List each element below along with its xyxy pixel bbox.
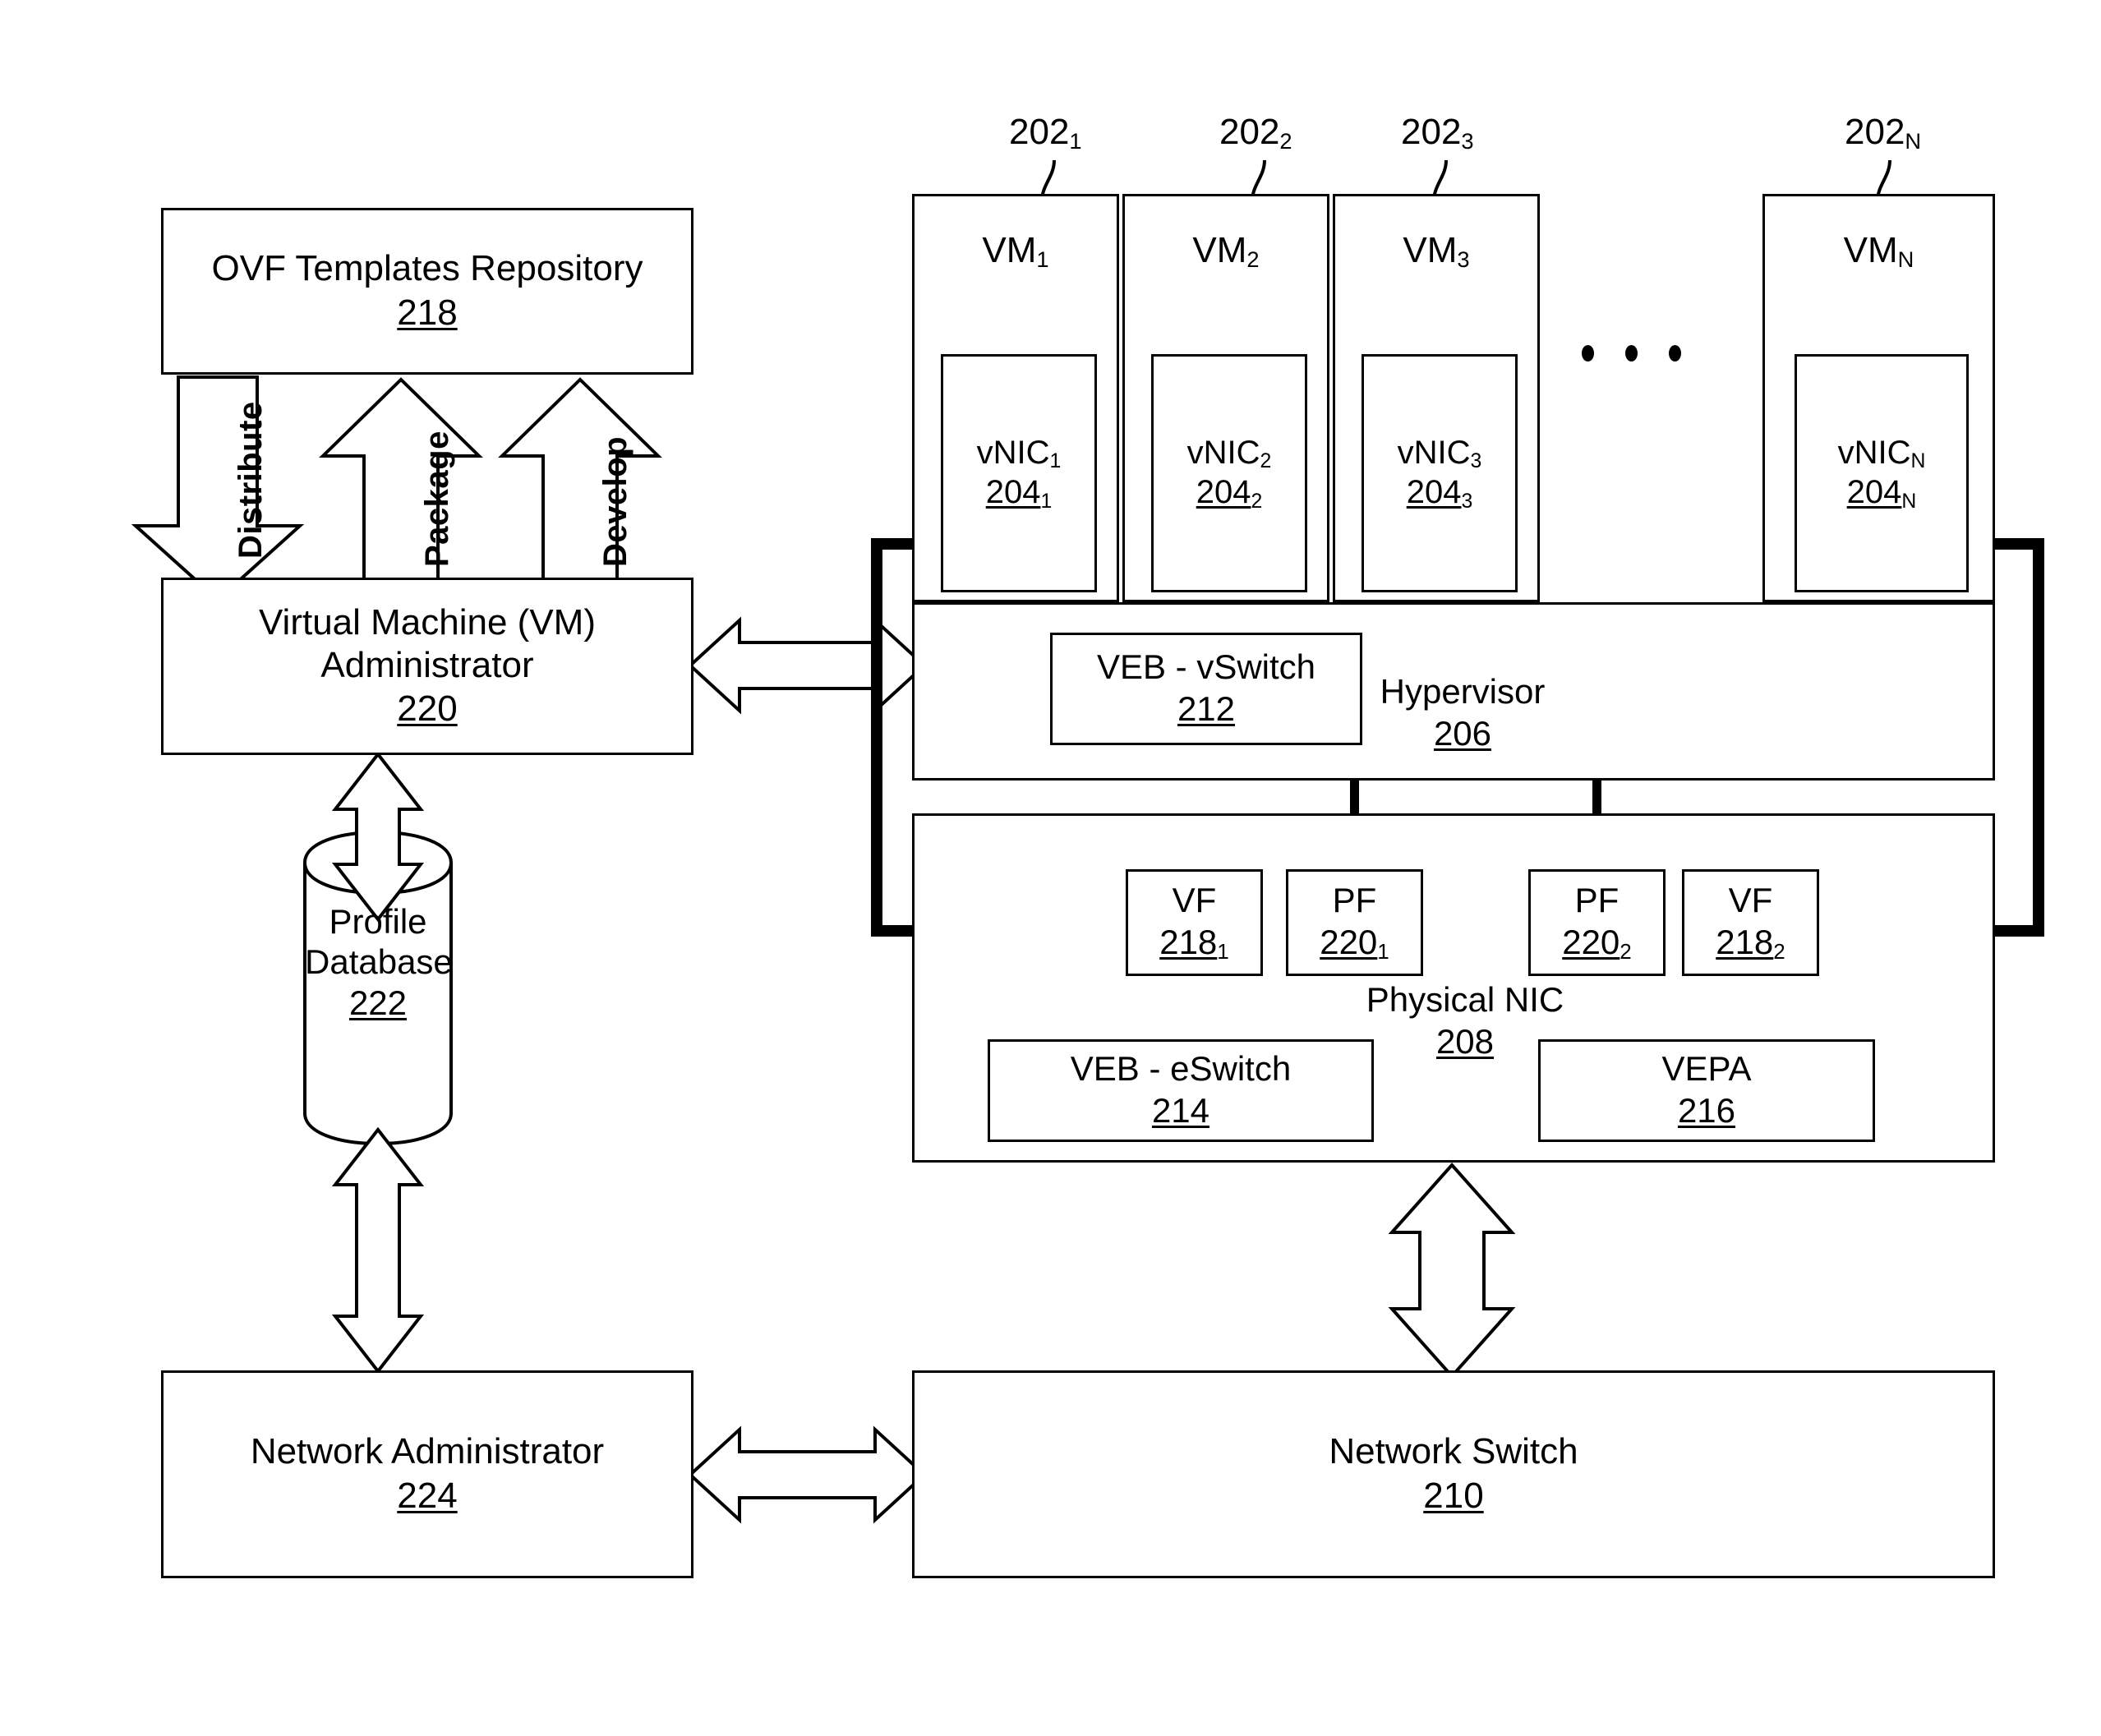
vnic2-label: vNIC2 [1186,434,1272,473]
vm-box-n[interactable]: VMN vNICN 204N [1762,194,1995,602]
ellipsis-dot-2 [1625,345,1638,361]
callout-vmn: 202N [1845,112,1922,154]
vnic3-ref: 2043 [1406,474,1473,513]
path-vnic1-to-vf1-vertical [871,538,882,937]
vmn-label: VMN [1843,230,1914,272]
vnic3-label: vNIC3 [1397,434,1482,473]
network-switch-ref: 210 [1423,1475,1484,1516]
path-vnicn-to-vf2-vertical [2033,538,2044,937]
vm-administrator-ref: 220 [397,688,458,729]
vm1-label: VM1 [982,230,1049,272]
vnicn-ref: 204N [1846,474,1917,513]
vepa-label: VEPA [1661,1048,1752,1088]
ellipsis-dot-3 [1669,345,1681,361]
vm-ellipsis [1582,345,1681,361]
vf1-label: VF [1172,881,1217,920]
ovf-repository-ref: 218 [397,292,458,333]
ovf-templates-repository-box[interactable]: OVF Templates Repository 218 [161,208,693,375]
network-administrator-label: Network Administrator [250,1431,605,1472]
vm-box-1[interactable]: VM1 vNIC1 2041 [912,194,1119,602]
vnic-box-n[interactable]: vNICN 204N [1795,354,1969,592]
profile-database-label-line1: Profile [329,902,427,941]
vf2-ref: 2182 [1716,923,1785,964]
physnic-netswitch-arrow-shape [1388,1162,1516,1379]
profile-database-ref: 222 [348,983,408,1023]
vm-box-2[interactable]: VM2 vNIC2 2042 [1122,194,1329,602]
vm-administrator-box[interactable]: Virtual Machine (VM) Administrator 220 [161,578,693,755]
pf2-ref: 2202 [1562,923,1632,964]
vm-administrator-label-line1: Virtual Machine (VM) [259,602,596,643]
profiledb-netadmin-arrow-shape [331,1126,425,1375]
network-administrator-ref: 224 [397,1475,458,1516]
profile-database-group[interactable]: Profile Database 222 [305,902,453,1025]
hypervisor-label: Hypervisor [1380,672,1546,711]
pf1-label: PF [1332,881,1377,920]
vepa-box[interactable]: VEPA 216 [1538,1039,1875,1142]
vmadmin-hypervisor-arrow-shape [688,616,927,715]
vf1-ref: 2181 [1159,923,1229,964]
profile-database-label-line2: Database [305,942,453,981]
distribute-arrow-shape [131,375,305,602]
vnic1-ref: 2041 [985,474,1053,513]
vm2-label: VM2 [1192,230,1260,272]
pf1-ref: 2201 [1320,923,1389,964]
vf-box-2[interactable]: VF 2182 [1682,869,1819,976]
ovf-repository-label: OVF Templates Repository [211,248,643,289]
veb-eswitch-label: VEB - eSwitch [1070,1048,1292,1088]
pf2-label: PF [1574,881,1620,920]
develop-label: Develop [597,435,634,567]
callout-vm3: 2023 [1401,112,1474,154]
veb-eswitch-ref: 214 [1151,1090,1210,1130]
package-label: Package [419,431,455,567]
develop-arrow-shape [498,377,662,601]
vnic1-label: vNIC1 [976,434,1062,473]
vepa-ref: 216 [1677,1090,1736,1130]
veb-vswitch-box[interactable]: VEB - vSwitch 212 [1050,633,1362,745]
vnic-box-1[interactable]: vNIC1 2041 [941,354,1097,592]
hypervisor-ref: 206 [1433,713,1492,753]
vnic-box-2[interactable]: vNIC2 2042 [1151,354,1307,592]
vm3-label: VM3 [1403,230,1470,272]
vm-administrator-label-line2: Administrator [320,644,534,685]
network-switch-label: Network Switch [1329,1431,1578,1472]
physical-nic-label: Physical NIC [1366,980,1564,1019]
hypervisor-label-group: Hypervisor 206 [1364,672,1561,755]
network-administrator-box[interactable]: Network Administrator 224 [161,1370,693,1578]
callout-vm2: 2022 [1219,112,1292,154]
pf-box-1[interactable]: PF 2201 [1286,869,1423,976]
network-switch-box[interactable]: Network Switch 210 [912,1370,1995,1578]
netadmin-netswitch-arrow-shape [688,1425,927,1524]
ellipsis-dot-1 [1582,345,1594,361]
vf2-label: VF [1728,881,1773,920]
vmadmin-profiledb-arrow-shape [331,751,425,923]
pf-box-2[interactable]: PF 2202 [1528,869,1666,976]
callout-vm1: 2021 [1009,112,1082,154]
vf-box-1[interactable]: VF 2181 [1126,869,1263,976]
figure-canvas: OVF Templates Repository 218 Distribute … [0,0,2101,1736]
veb-eswitch-box[interactable]: VEB - eSwitch 214 [988,1039,1374,1142]
vnic-box-3[interactable]: vNIC3 2043 [1362,354,1518,592]
vnic2-ref: 2042 [1196,474,1263,513]
distribute-label: Distribute [233,401,269,559]
vm-box-3[interactable]: VM3 vNIC3 2043 [1333,194,1540,602]
veb-vswitch-label: VEB - vSwitch [1096,647,1316,686]
vnicn-label: vNICN [1837,434,1926,473]
veb-vswitch-ref: 212 [1177,688,1236,728]
